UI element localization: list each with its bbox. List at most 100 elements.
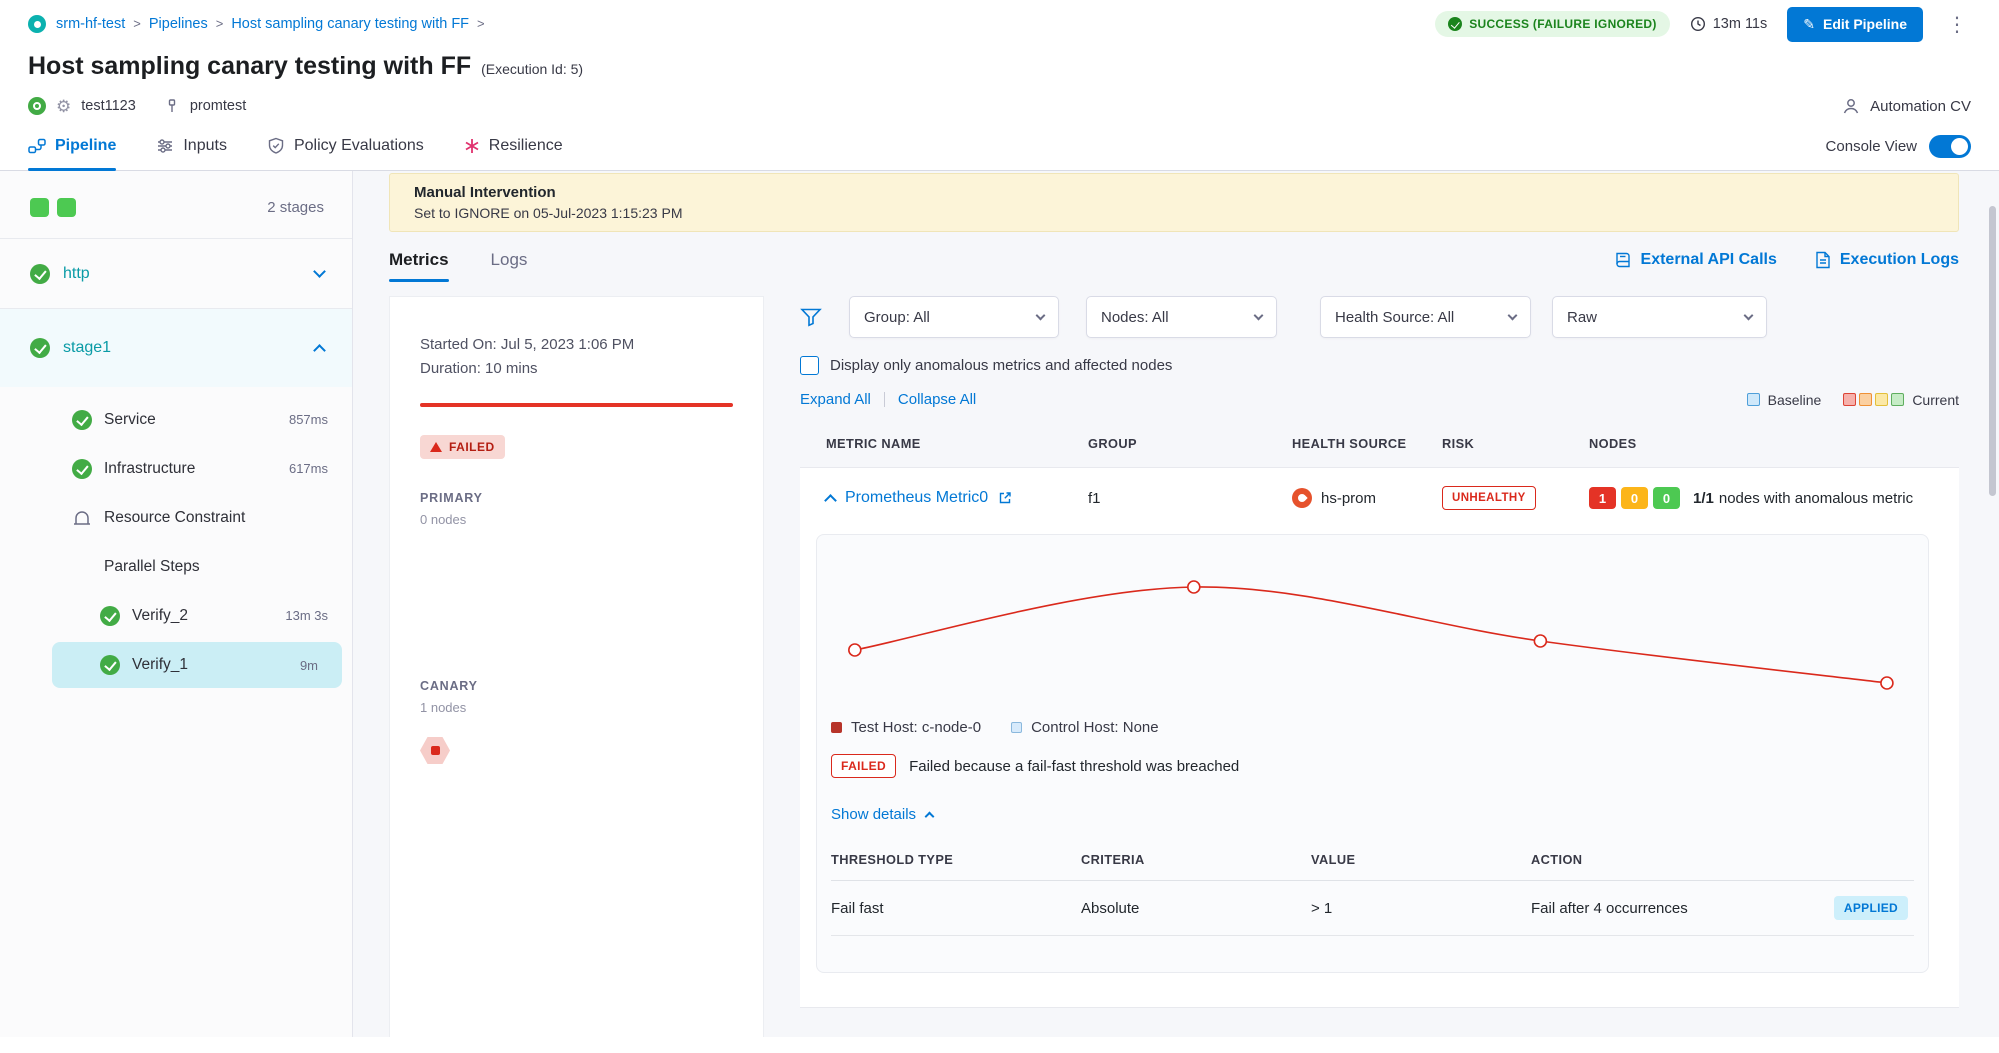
- metric-detail-card: Test Host: c-node-0 Control Host: None F…: [816, 534, 1929, 973]
- baseline-legend-label: Baseline: [1768, 392, 1822, 408]
- show-details-link[interactable]: Show details: [831, 806, 933, 823]
- warning-count-chip: 0: [1621, 487, 1648, 509]
- external-api-calls-link[interactable]: External API Calls: [1614, 251, 1777, 269]
- filters-row: Group: All Nodes: All Health Source: All: [800, 296, 1959, 338]
- stage-row-stage1[interactable]: stage1: [0, 309, 352, 387]
- col-health-source: HEALTH SOURCE: [1292, 436, 1442, 451]
- chevron-up-icon[interactable]: [313, 344, 326, 357]
- stage-summary-row: 2 stages: [0, 177, 352, 239]
- step-row-verify-1-selected[interactable]: Verify_1 9m: [52, 642, 342, 688]
- col-risk: RISK: [1442, 436, 1589, 451]
- user-icon: [1841, 96, 1861, 116]
- tab-policy-evaluations[interactable]: Policy Evaluations: [267, 137, 424, 170]
- filter-funnel-icon[interactable]: [800, 307, 822, 327]
- control-host-label: Control Host: None: [1031, 719, 1159, 736]
- environment-tag: promtest: [190, 98, 246, 114]
- canary-node-hexagon[interactable]: [420, 737, 450, 764]
- metric-row[interactable]: Prometheus Metric0 f1 hs-prom UNHEALTHY: [800, 468, 1959, 528]
- success-check-icon: [30, 264, 50, 284]
- tab-resilience[interactable]: Resilience: [464, 137, 563, 170]
- stage-label: http: [63, 265, 90, 283]
- canary-node-count: 1 nodes: [420, 700, 733, 715]
- stage-status-square-icon: [57, 198, 76, 217]
- resource-constraint-icon: [72, 510, 92, 526]
- anomalous-checkbox[interactable]: [800, 356, 819, 375]
- execution-id: (Execution Id: 5): [481, 61, 583, 77]
- success-check-icon: [72, 410, 92, 430]
- user-name: Automation CV: [1870, 98, 1971, 115]
- step-row-verify-2[interactable]: Verify_2 13m 3s: [0, 591, 352, 640]
- expand-collapse-row: Expand All Collapse All Baseline: [800, 391, 1959, 408]
- group-filter-select[interactable]: Group: All: [849, 296, 1059, 338]
- stage-row-http[interactable]: http: [0, 239, 352, 309]
- progress-bar: [420, 403, 733, 407]
- manual-intervention-banner: Manual Intervention Set to IGNORE on 05-…: [389, 173, 1959, 232]
- console-view-toggle[interactable]: [1929, 135, 1971, 158]
- expand-all-link[interactable]: Expand All: [800, 391, 871, 408]
- verification-summary-panel: Started On: Jul 5, 2023 1:06 PM Duration…: [389, 296, 764, 1037]
- prometheus-icon: [1292, 488, 1312, 508]
- page-title: Host sampling canary testing with FF: [28, 52, 471, 81]
- health-source-filter-select[interactable]: Health Source: All: [1320, 296, 1531, 338]
- step-row-service[interactable]: Service 857ms: [0, 395, 352, 444]
- tab-logs[interactable]: Logs: [491, 250, 528, 270]
- metric-expanded-section: Test Host: c-node-0 Control Host: None F…: [800, 528, 1959, 1007]
- criteria-value: Absolute: [1081, 900, 1311, 917]
- primary-label: PRIMARY: [420, 491, 733, 505]
- anomalous-checkbox-label: Display only anomalous metrics and affec…: [830, 357, 1172, 374]
- view-mode-select[interactable]: Raw: [1552, 296, 1767, 338]
- breadcrumb-pipelines[interactable]: Pipelines: [149, 16, 231, 32]
- test-host-label: Test Host: c-node-0: [851, 719, 981, 736]
- chevron-down-icon: [1254, 310, 1264, 320]
- tab-pipeline[interactable]: Pipeline: [28, 137, 116, 170]
- healthy-count-chip: 0: [1653, 487, 1680, 509]
- breadcrumb-project[interactable]: srm-hf-test: [56, 16, 149, 32]
- group-filter-value: Group: All: [864, 309, 930, 326]
- step-list: Service 857ms Infrastructure 617ms Resou…: [0, 387, 352, 688]
- hosts-legend: Test Host: c-node-0 Control Host: None: [831, 719, 1914, 736]
- duration: Duration: 10 mins: [420, 357, 733, 381]
- execution-logs-link[interactable]: Execution Logs: [1815, 251, 1959, 269]
- success-check-icon: [100, 606, 120, 626]
- threshold-table-row: Fail fast Absolute > 1 Fail after 4 occu…: [831, 881, 1914, 936]
- breadcrumb-pipeline-name[interactable]: Host sampling canary testing with FF: [231, 16, 492, 32]
- current-legend-swatches: [1843, 393, 1904, 406]
- step-row-infrastructure[interactable]: Infrastructure 617ms: [0, 444, 352, 493]
- canary-label: CANARY: [420, 679, 733, 693]
- node-status-dot: [431, 746, 440, 755]
- success-check-icon: [100, 655, 120, 675]
- toggle-knob: [1951, 138, 1968, 155]
- execution-status-badge: SUCCESS (FAILURE IGNORED): [1435, 11, 1670, 37]
- header-actions: SUCCESS (FAILURE IGNORED) 13m 11s Edit P…: [1435, 7, 1971, 42]
- external-link-icon[interactable]: [998, 491, 1012, 505]
- col-metric-name: METRIC NAME: [826, 436, 1088, 451]
- harness-logo-icon: [28, 15, 46, 33]
- step-row-resource-constraint[interactable]: Resource Constraint: [0, 493, 352, 542]
- step-row-parallel-steps[interactable]: Parallel Steps: [0, 542, 352, 591]
- chevron-down-icon: [1508, 310, 1518, 320]
- chevron-down-icon: [1744, 310, 1754, 320]
- edit-pipeline-button[interactable]: Edit Pipeline: [1787, 7, 1923, 42]
- elapsed-time: 13m 11s: [1690, 16, 1768, 32]
- shield-check-icon: [267, 137, 285, 155]
- chevron-down-icon[interactable]: [313, 265, 326, 278]
- step-label: Resource Constraint: [104, 509, 245, 527]
- document-icon: [1815, 251, 1831, 269]
- collapse-chevron-icon[interactable]: [824, 494, 837, 507]
- tab-inputs-label: Inputs: [183, 137, 227, 155]
- console-view-label: Console View: [1826, 138, 1917, 155]
- kebab-menu-icon[interactable]: [1943, 12, 1971, 37]
- risk-badge: UNHEALTHY: [1442, 486, 1536, 510]
- unhealthy-count-chip: 1: [1589, 487, 1616, 509]
- verification-status-label: FAILED: [449, 440, 495, 454]
- tags-row: test1123 promtest Automation CV: [28, 95, 1971, 117]
- metric-name-link[interactable]: Prometheus Metric0: [845, 489, 988, 507]
- tab-inputs[interactable]: Inputs: [156, 137, 227, 170]
- collapse-all-link[interactable]: Collapse All: [898, 391, 976, 408]
- baseline-legend-swatch: [1747, 393, 1760, 406]
- nodes-filter-select[interactable]: Nodes: All: [1086, 296, 1277, 338]
- step-duration: 9m: [300, 658, 318, 673]
- tab-metrics[interactable]: Metrics: [389, 250, 449, 270]
- vertical-scrollbar[interactable]: [1989, 206, 1996, 496]
- nodes-summary: 1/1nodes with anomalous metric: [1693, 490, 1913, 507]
